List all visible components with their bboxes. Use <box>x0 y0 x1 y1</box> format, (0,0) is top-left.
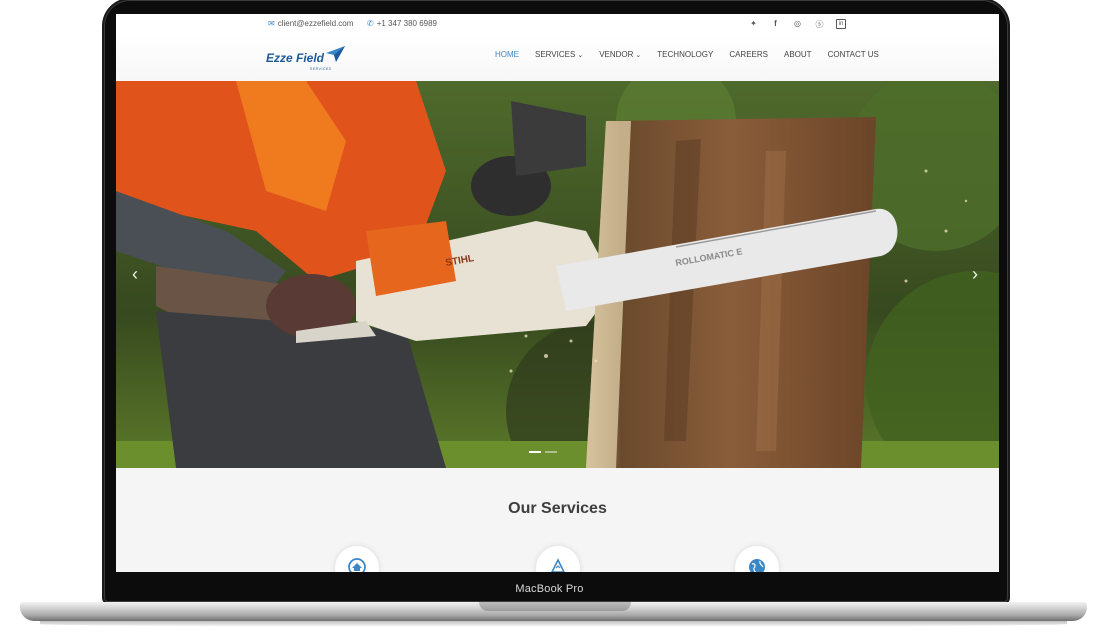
services-title: Our Services <box>508 500 607 517</box>
phone-icon: ✆ <box>367 19 374 28</box>
device-model-label: MacBook Pro <box>515 583 584 595</box>
hero-chainsaw-image: STIHL ROLLOMATIC E <box>116 81 999 468</box>
nav-home-label: HOME <box>495 50 519 59</box>
hero-slider: STIHL ROLLOMATIC E ‹ › <box>116 81 999 468</box>
nav-home[interactable]: HOME <box>495 50 519 59</box>
slider-next-arrow[interactable]: › <box>972 264 978 285</box>
instagram-icon[interactable]: ◎ <box>792 19 803 30</box>
chevron-down-icon: ⌄ <box>635 51 642 59</box>
email-text: client@ezzefield.com <box>277 19 354 28</box>
screen: ✉ client@ezzefield.com ✆ +1 347 380 6989… <box>116 14 999 572</box>
nav-vendor[interactable]: VENDOR ⌄ <box>599 50 641 59</box>
envelope-icon: ✉ <box>268 19 275 28</box>
laptop-base-notch <box>479 602 631 611</box>
logo-plane-icon <box>326 46 346 62</box>
tree-icon <box>551 558 565 572</box>
nav-menu: HOME SERVICES ⌄ VENDOR ⌄ TECHNOLOGY CAREER… <box>495 50 895 59</box>
nav-contact[interactable]: CONTACT US <box>828 50 879 59</box>
top-contact-bar: ✉ client@ezzefield.com ✆ +1 347 380 6989… <box>116 14 999 36</box>
slider-indicators <box>529 451 557 453</box>
nav-about-label: ABOUT <box>784 50 812 59</box>
home-icon <box>348 558 366 572</box>
slider-dot[interactable] <box>545 451 557 453</box>
service-card-tree[interactable] <box>536 546 580 572</box>
skype-icon[interactable]: ⓢ <box>814 19 825 30</box>
nav-services[interactable]: SERVICES ⌄ <box>535 50 583 59</box>
social-links: ✦ f ◎ ⓢ in <box>748 19 846 30</box>
globe-icon <box>749 559 765 572</box>
contact-email[interactable]: ✉ client@ezzefield.com <box>268 19 353 28</box>
contact-phone[interactable]: ✆ +1 347 380 6989 <box>367 19 437 28</box>
twitter-icon[interactable]: ✦ <box>748 19 759 30</box>
slider-dot[interactable] <box>529 451 541 453</box>
chevron-down-icon: ⌄ <box>577 51 584 59</box>
logo-text: Ezze Field <box>266 51 325 65</box>
nav-technology[interactable]: TECHNOLOGY <box>657 50 713 59</box>
logo-subtext: SERVICES <box>310 67 332 71</box>
nav-contact-label: CONTACT US <box>827 50 879 59</box>
nav-vendor-label: VENDOR <box>599 50 634 59</box>
service-card-globe[interactable] <box>735 546 779 572</box>
nav-about[interactable]: ABOUT <box>784 50 812 59</box>
laptop-shadow <box>40 621 1067 627</box>
slider-prev-arrow[interactable]: ‹ <box>132 264 138 285</box>
nav-careers-label: CAREERS <box>729 50 768 59</box>
nav-technology-label: TECHNOLOGY <box>657 50 714 59</box>
main-navbar: Ezze Field SERVICES HOME SERVICES ⌄ VENDO… <box>116 36 999 82</box>
nav-careers[interactable]: CAREERS <box>729 50 768 59</box>
service-card-home[interactable] <box>335 546 379 572</box>
linkedin-icon[interactable]: in <box>836 19 846 29</box>
services-section: Our Services <box>116 468 999 572</box>
nav-services-label: SERVICES <box>535 50 576 59</box>
facebook-icon[interactable]: f <box>770 19 781 30</box>
phone-text: +1 347 380 6989 <box>376 19 437 28</box>
site-logo[interactable]: Ezze Field SERVICES <box>266 45 346 71</box>
